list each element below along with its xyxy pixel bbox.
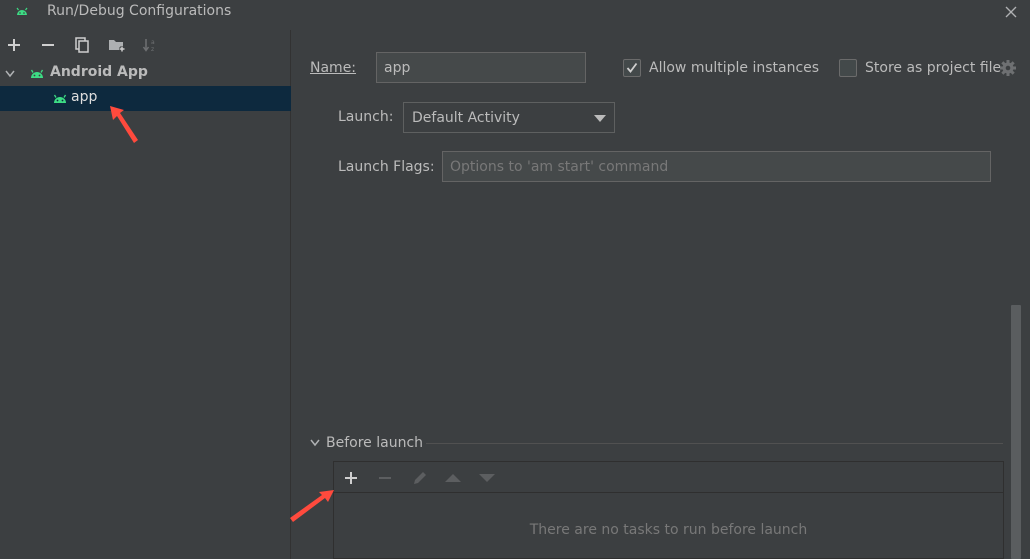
name-label: Name: [310,60,356,76]
title-bar: Run/Debug Configurations [0,0,1030,25]
window-title: Run/Debug Configurations [47,3,232,19]
store-project-label: Store as project file [865,60,1002,76]
launch-flags-input[interactable]: Options to 'am start' command [442,151,991,182]
name-label-text: Name: [310,60,357,76]
caret-down-icon [594,115,606,122]
tree-toolbar: a z [0,30,291,60]
before-launch-tasks-panel: There are no tasks to run before launch [333,461,1004,559]
chevron-down-icon[interactable] [309,438,321,448]
sort-alpha-icon: a z [142,39,155,53]
form-scrollbar[interactable] [1011,305,1021,559]
android-icon [30,69,44,78]
before-launch-divider [426,443,1003,444]
tree-item-app[interactable]: app [0,86,291,111]
plus-icon [8,39,20,51]
name-input[interactable]: app [376,52,586,83]
launch-select-value: Default Activity [412,109,520,126]
svg-text:a: a [151,39,155,46]
allow-multiple-checkbox[interactable] [623,59,641,77]
store-project-checkbox[interactable] [839,59,857,77]
edit-task-icon[interactable] [411,469,429,487]
remove-task-icon[interactable] [378,471,392,485]
android-icon [16,7,28,15]
configurations-tree-panel: a z Android App app [0,30,291,559]
move-down-icon[interactable] [479,473,495,483]
tree-group-android-app[interactable]: Android App [0,61,291,86]
tasks-toolbar [334,462,1003,493]
move-up-icon[interactable] [445,473,461,483]
check-icon [626,62,638,73]
tree-item-label: app [71,89,98,105]
allow-multiple-label: Allow multiple instances [649,60,820,76]
minus-icon [42,44,54,46]
before-launch-title[interactable]: Before launch [326,435,423,451]
tree-group-label: Android App [50,64,148,80]
new-folder-button[interactable] [106,34,128,56]
copy-icon [75,37,89,53]
annotation-arrow-icon [110,106,138,143]
add-task-icon[interactable] [344,471,358,485]
chevron-down-icon[interactable] [4,69,16,79]
folder-plus-icon [109,40,125,52]
tasks-empty-text: There are no tasks to run before launch [529,522,808,538]
svg-text:z: z [151,46,154,53]
gear-icon[interactable] [999,59,1017,77]
launch-flags-label: Launch Flags: [338,159,435,175]
launch-select[interactable]: Default Activity [403,102,615,133]
annotation-arrow-icon [290,490,334,522]
close-icon[interactable] [1002,3,1020,21]
remove-configuration-button[interactable] [37,34,59,56]
add-configuration-button[interactable] [3,34,25,56]
android-icon [53,94,67,103]
copy-configuration-button[interactable] [71,34,93,56]
launch-label: Launch: [338,109,394,125]
sort-configurations-button[interactable]: a z [139,34,161,56]
